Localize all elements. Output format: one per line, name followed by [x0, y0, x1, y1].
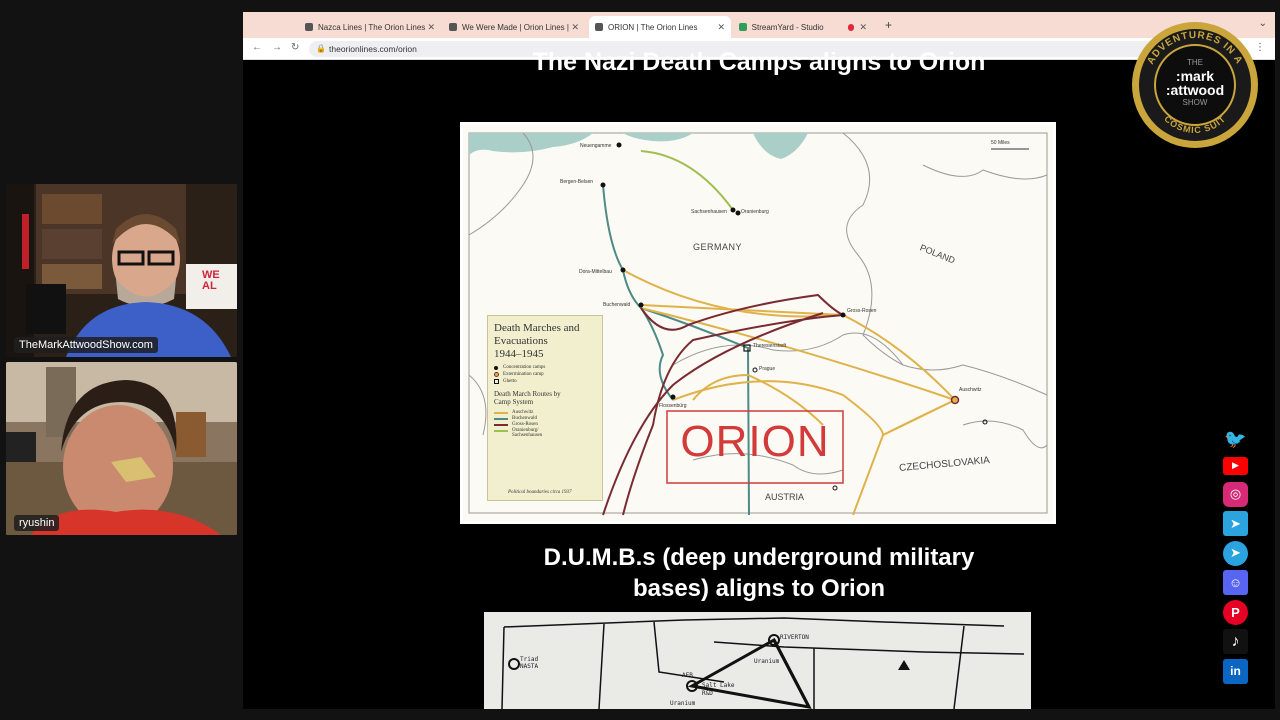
logo-line-the: THE [1187, 58, 1203, 67]
orion-favicon-icon [595, 23, 603, 31]
country-label: GERMANY [693, 242, 743, 252]
city-label: Gross-Rosen [847, 308, 877, 314]
tab-label: StreamYard - Studio [751, 22, 824, 32]
browser-window: Nazca Lines | The Orion Lines ✕ We Were … [243, 12, 1275, 709]
dumbs-map-label: AFB [682, 672, 693, 679]
dumbs-map-label: RIVERTON [780, 634, 809, 641]
legend-route-label: Oranienburg/ Sachsenhausen [512, 428, 543, 438]
guest-video-frame [6, 362, 237, 535]
telegram-icon[interactable]: ➤ [1223, 511, 1248, 536]
legend-route-row: Gross-Rosen [494, 422, 596, 427]
city-label: Neuengamme [580, 143, 612, 149]
legend-symbol-label: Ghetto [503, 379, 517, 384]
close-icon[interactable]: ✕ [717, 22, 725, 33]
social-links: 🐦 ▶ ◎ ➤ ➤ ☺ P ♪ in [1223, 427, 1249, 688]
page-heading-death-camps: The Nazi Death Camps aligns to Orion [532, 48, 986, 76]
show-logo: ADVENTURES IN A COSMIC SUIT THE :mark :a… [1130, 20, 1260, 150]
legend-symbol-row: Ghetto [494, 379, 596, 384]
participant-name-label: ryushin [14, 515, 60, 531]
city-label: Prague [759, 366, 776, 372]
city-label: Oranienburg [741, 209, 769, 215]
ghetto-icon [494, 379, 499, 384]
page-content: The Nazi Death Camps aligns to Orion 50 … [243, 48, 1275, 709]
participant-tile-guest[interactable]: ryushin [6, 362, 237, 535]
city-label: Sachsenhausen [691, 209, 727, 215]
legend-route-row: Auschwitz [494, 410, 596, 415]
route-swatch [494, 423, 508, 426]
tab-bar: Nazca Lines | The Orion Lines ✕ We Were … [243, 12, 1275, 38]
new-tab-icon[interactable]: + [885, 18, 892, 32]
city-label: Buchenwald [603, 302, 631, 308]
orion-favicon-icon [449, 23, 457, 31]
tab-label: We Were Made | Orion Lines | [461, 22, 569, 32]
tiktok-icon[interactable]: ♪ [1223, 629, 1248, 654]
city-label: Bergen-Belsen [560, 179, 594, 185]
tab-label: Nazca Lines | The Orion Lines [317, 22, 426, 32]
youtube-icon[interactable]: ▶ [1223, 456, 1248, 475]
orion-favicon-icon [305, 23, 313, 31]
legend-footer: Political boundaries circa 1937 [508, 490, 572, 495]
tab-we-were-made[interactable]: We Were Made | Orion Lines | ✕ [443, 16, 585, 38]
route-swatch [494, 411, 508, 414]
dumbs-map-label: R&D [702, 690, 713, 697]
close-icon[interactable]: ✕ [427, 22, 435, 33]
legend-title: Death Marches and Evacuations [494, 322, 580, 347]
country-label: AUSTRIA [765, 492, 805, 502]
legend-symbol-label: Extermination camp [503, 372, 544, 377]
legend-routes-title: Death March Routes by Camp System [494, 390, 561, 406]
stage: WE AL TheMarkAttwoodShow.com ryushin Naz… [0, 0, 1280, 720]
death-marches-map: 50 Miles Neuengamme Bergen-Belsen Sachse… [460, 122, 1056, 524]
close-icon[interactable]: ✕ [859, 22, 867, 33]
telegram-alt-icon[interactable]: ➤ [1223, 540, 1248, 566]
tab-orion-active[interactable]: ORION | The Orion Lines ✕ [589, 16, 731, 38]
extermination-camp-icon [494, 372, 499, 377]
dumbs-map-label: Triad NASTA [520, 656, 539, 670]
dumbs-map: Triad NASTA RIVERTON Uranium AFB Salt La… [484, 612, 1031, 709]
orion-overlay-label: ORION [680, 417, 830, 466]
city-label: Flossenbürg [659, 403, 687, 409]
legend-route-label: Auschwitz [512, 410, 534, 415]
twitter-icon[interactable]: 🐦 [1223, 427, 1248, 452]
participant-tile-host[interactable]: WE AL TheMarkAttwoodShow.com [6, 184, 237, 357]
route-swatch [494, 430, 508, 432]
dumbs-map-label: Uranium [754, 658, 780, 665]
legend-symbol-label: Concentration camps [503, 365, 546, 370]
instagram-icon[interactable]: ◎ [1223, 481, 1248, 507]
legend-route-label: Buchenwald [512, 416, 537, 421]
pinterest-icon[interactable]: P [1223, 599, 1248, 625]
city-label: Dora-Mittelbau [579, 269, 612, 275]
logo-line-attwood: :attwood [1165, 82, 1225, 98]
recording-icon [847, 23, 855, 31]
map-legend: Death Marches and Evacuations 1944–1945 … [487, 315, 603, 501]
legend-years: 1944–1945 [494, 348, 544, 360]
host-sign-text: WE AL [202, 269, 220, 292]
participant-name-label: TheMarkAttwoodShow.com [14, 337, 158, 353]
city-label: Auschwitz [959, 387, 982, 393]
concentration-camp-icon [494, 365, 498, 370]
close-icon[interactable]: ✕ [571, 22, 579, 33]
page-heading-dumbs: D.U.M.B.s (deep underground military bas… [243, 542, 1275, 604]
page-heading-dumbs-line2: bases) aligns to Orion [632, 575, 886, 602]
page-heading-dumbs-line1: D.U.M.B.s (deep underground military [543, 544, 975, 571]
streamyard-favicon-icon [739, 23, 747, 31]
route-swatch [494, 417, 508, 420]
legend-route-row: Oranienburg/ Sachsenhausen [494, 428, 596, 438]
linkedin-icon[interactable]: in [1223, 658, 1248, 684]
legend-route-row: Buchenwald [494, 416, 596, 421]
logo-line-show: SHOW [1182, 98, 1208, 107]
tab-nazca-lines[interactable]: Nazca Lines | The Orion Lines ✕ [299, 16, 441, 38]
tab-streamyard[interactable]: StreamYard - Studio ✕ [733, 16, 873, 38]
legend-symbol-row: Extermination camp [494, 372, 596, 377]
legend-route-label: Gross-Rosen [512, 422, 538, 427]
tab-label: ORION | The Orion Lines [607, 22, 698, 32]
legend-symbol-row: Concentration camps [494, 365, 596, 370]
city-label: Theresienstadt [753, 343, 787, 349]
dumbs-map-label: Uranium [670, 700, 696, 707]
dumbs-map-label: Salt Lake [702, 682, 735, 689]
scale-label: 50 Miles [991, 140, 1010, 146]
discord-icon[interactable]: ☺ [1223, 570, 1248, 595]
